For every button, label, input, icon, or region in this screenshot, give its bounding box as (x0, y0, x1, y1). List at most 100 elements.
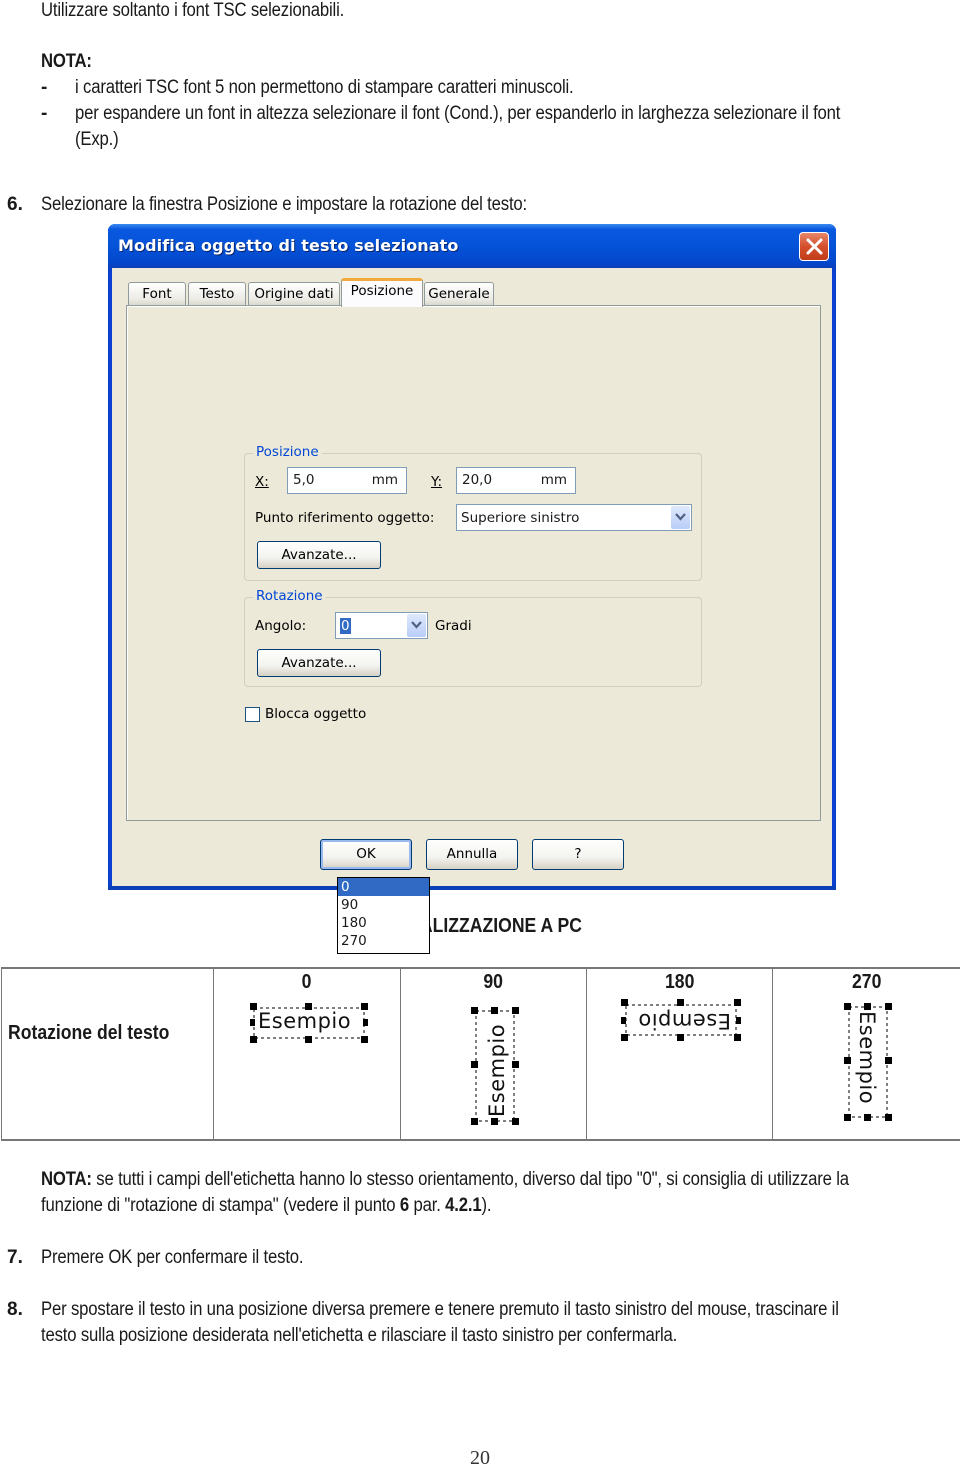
y-input[interactable]: 20,0 mm (456, 467, 576, 494)
rotation-cell-90: 90 Esempio (401, 969, 587, 1139)
step-text-content: testo sulla posizione desiderata nell'et… (41, 1325, 678, 1346)
selection-handle (363, 1019, 368, 1026)
selection-handle (621, 1034, 628, 1041)
selection-handle (471, 1007, 478, 1014)
rotazione-group-label: Rotazione (253, 588, 326, 604)
dropdown-button[interactable] (407, 614, 426, 637)
selection-handle (885, 1003, 892, 1010)
angle-header: 90 (401, 971, 586, 994)
selection-handle (305, 1036, 312, 1043)
selection-handle (885, 1114, 892, 1121)
bullet-text: per espandere un font in altezza selezio… (75, 101, 945, 127)
ok-button[interactable]: OK (320, 839, 412, 870)
rotation-cell-180: 180 Esempio (587, 969, 773, 1139)
intro-line: Utilizzare soltanto i font TSC seleziona… (41, 0, 385, 24)
selection-handle (844, 1057, 851, 1064)
angle-dropdown-list: 0 90 180 270 (337, 877, 430, 954)
tab-posizione[interactable]: Posizione (341, 278, 423, 307)
y-value: 20,0 (462, 472, 493, 488)
note-text: ). (481, 1195, 492, 1216)
sample-text-box-90: Esempio (471, 1007, 519, 1125)
tab-generale[interactable]: Generale (424, 282, 494, 306)
step-text-content: Premere OK per confermare il testo. (41, 1247, 304, 1268)
step-text-content: Per spostare il testo in una posizione d… (41, 1299, 839, 1320)
step-text: Selezionare la finestra Posizione e impo… (41, 192, 593, 218)
angle-value: 0 (340, 618, 351, 634)
selection-handle (677, 1034, 684, 1041)
tab-origine-dati[interactable]: Origine dati (248, 282, 340, 306)
x-value: 5,0 (293, 472, 315, 488)
selection-handle (471, 1061, 478, 1068)
selection-handle (250, 1036, 257, 1043)
dialog-titlebar[interactable]: Modifica oggetto di testo selezionato (108, 224, 836, 268)
visualization-title: VISUALIZZAZIONE A PC (0, 915, 960, 938)
row-header-cell: Rotazione del testo (2, 969, 214, 1139)
help-button[interactable]: ? (532, 839, 624, 870)
note-ref-step: 6 (399, 1195, 410, 1216)
tab-font[interactable]: Font (128, 282, 186, 306)
rotazione-groupbox: Rotazione Angolo: 0 Gradi Avanzate... (244, 588, 702, 687)
sample-text-box-180: Esempio (621, 999, 741, 1041)
step-number: 8. (7, 1299, 23, 1320)
tab-testo[interactable]: Testo (188, 282, 246, 306)
angle-option[interactable]: 270 (338, 932, 429, 950)
selection-handle (885, 1057, 892, 1064)
selection-handle (621, 1017, 626, 1024)
y-label: Y: (431, 474, 443, 490)
nota-heading: NOTA: (41, 49, 99, 75)
rotation-table: Rotazione del testo 0 Esempio 90 Esempio… (1, 967, 960, 1141)
note-heading: NOTA: (41, 1169, 92, 1190)
x-label: X: (255, 474, 269, 490)
angle-header: 180 (587, 971, 772, 994)
dropdown-button[interactable] (671, 506, 690, 529)
close-button[interactable] (799, 232, 829, 261)
angle-header: 0 (214, 971, 400, 994)
reference-point-select[interactable]: Superiore sinistro (456, 504, 692, 531)
selection-handle (491, 1007, 498, 1014)
angle-label: Angolo: (255, 618, 307, 634)
angle-option[interactable]: 90 (338, 896, 429, 914)
note-text: par. (409, 1195, 446, 1216)
posizione-group-label: Posizione (253, 444, 322, 460)
note-ref-section: 4.2.1 (445, 1195, 482, 1216)
selection-handle (512, 1118, 519, 1125)
selection-handle (250, 1019, 255, 1026)
x-unit: mm (371, 472, 398, 488)
lock-object-checkbox[interactable] (245, 707, 260, 722)
reference-point-label: Punto riferimento oggetto: (255, 510, 435, 526)
dialog-window: Modifica oggetto di testo selezionato Fo… (108, 224, 836, 954)
close-x-icon (806, 238, 823, 255)
step-text: Per spostare il testo in una posizione d… (41, 1297, 948, 1323)
selection-handle (471, 1118, 478, 1125)
selection-handle (864, 1003, 871, 1010)
x-input[interactable]: 5,0 mm (287, 467, 407, 494)
advanced-rotation-button[interactable]: Avanzate... (257, 649, 381, 677)
angle-option[interactable]: 0 (338, 878, 429, 896)
bullet-text-content: per espandere un font in altezza selezio… (75, 103, 841, 124)
lock-object-label: Blocca oggetto (265, 706, 367, 722)
dialog-bottom-border (108, 886, 836, 890)
selection-handle (512, 1061, 519, 1068)
angle-option[interactable]: 180 (338, 914, 429, 932)
bullet-text-content: (Exp.) (75, 129, 119, 150)
sample-text: Esempio (637, 1009, 731, 1033)
bullet-text-content: i caratteri TSC font 5 non permettono di… (75, 77, 574, 98)
sample-text: Esempio (485, 1023, 509, 1117)
dialog-client-area: Font Testo Origine dati Posizione Genera… (112, 268, 832, 954)
angle-select[interactable]: 0 (335, 612, 428, 639)
selection-handle (512, 1007, 519, 1014)
selection-handle (361, 1003, 368, 1010)
angle-header-text: 90 (483, 971, 504, 993)
cancel-button[interactable]: Annulla (426, 839, 518, 870)
selection-handle (844, 1003, 851, 1010)
nota-heading-text: NOTA: (41, 51, 92, 72)
note-paragraph-line2: funzione di "rotazione di stampa" (veder… (41, 1193, 553, 1219)
advanced-position-button[interactable]: Avanzate... (257, 541, 381, 569)
selection-handle (864, 1114, 871, 1121)
bullet-marker: - (41, 103, 48, 124)
step-text: Premere OK per confermare il testo. (41, 1245, 339, 1271)
note-paragraph: NOTA: se tutti i campi dell'etichetta ha… (41, 1167, 959, 1193)
note-text: funzione di "rotazione di stampa" (veder… (41, 1195, 400, 1216)
note-text: se tutti i campi dell'etichetta hanno lo… (91, 1169, 849, 1190)
degrees-label: Gradi (435, 618, 472, 634)
